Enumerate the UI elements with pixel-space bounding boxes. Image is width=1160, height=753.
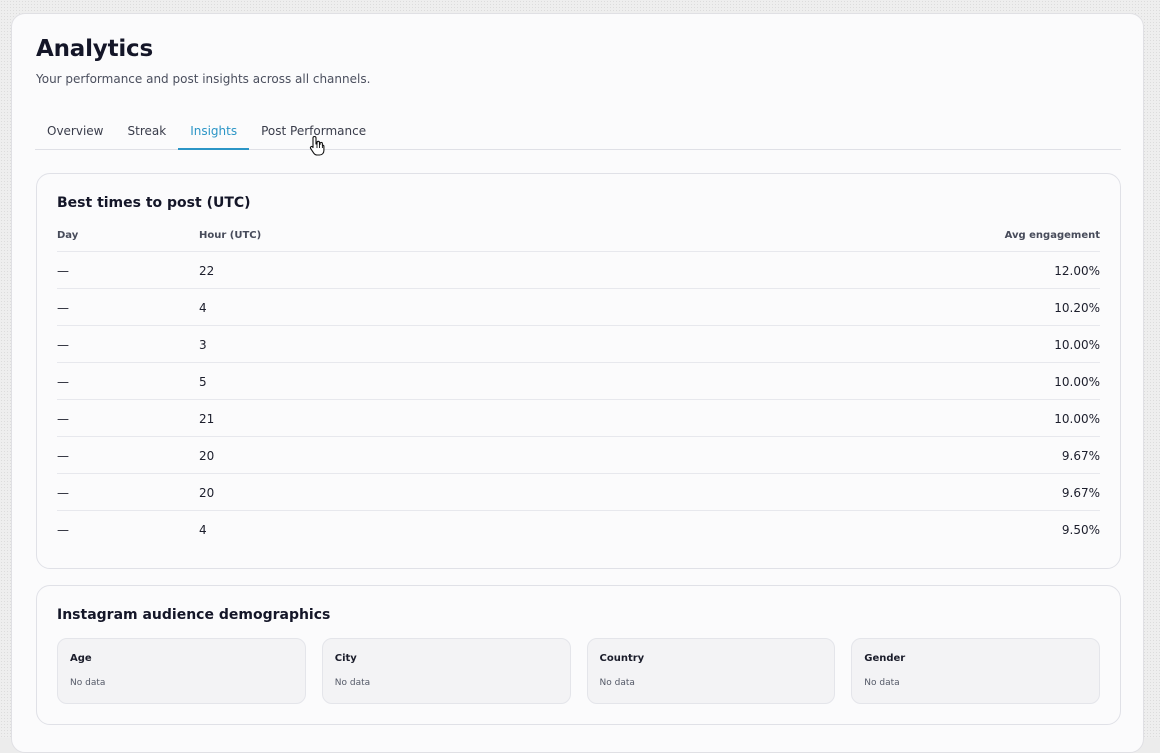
demographics-title: Instagram audience demographics <box>57 607 330 623</box>
cell-day: — <box>57 264 69 278</box>
demographic-box-gender: Gender No data <box>851 638 1100 704</box>
cell-day: — <box>57 301 69 315</box>
cell-hour: 21 <box>199 412 214 426</box>
demographic-value: No data <box>70 678 105 688</box>
table-row: — 21 10.00% <box>57 400 1100 437</box>
demographic-label: Country <box>600 653 645 664</box>
tab-overview[interactable]: Overview <box>35 118 116 150</box>
cell-hour: 4 <box>199 301 207 315</box>
table-row: — 3 10.00% <box>57 326 1100 363</box>
demographic-box-city: City No data <box>322 638 571 704</box>
demographic-label: Age <box>70 653 92 664</box>
table-row: — 22 12.00% <box>57 252 1100 289</box>
cell-day: — <box>57 412 69 426</box>
tab-bar: Overview Streak Insights Post Performanc… <box>35 118 1121 150</box>
page-subtitle: Your performance and post insights acros… <box>36 72 370 86</box>
table-row: — 5 10.00% <box>57 363 1100 400</box>
cell-engagement: 10.20% <box>1054 301 1100 315</box>
table-row: — 20 9.67% <box>57 474 1100 511</box>
demographics-card: Instagram audience demographics Age No d… <box>36 585 1121 725</box>
cell-engagement: 10.00% <box>1054 338 1100 352</box>
page-title: Analytics <box>36 36 153 62</box>
cell-engagement: 9.50% <box>1062 523 1100 537</box>
cell-day: — <box>57 375 69 389</box>
column-header-engagement: Avg engagement <box>1005 230 1100 241</box>
cell-day: — <box>57 523 69 537</box>
table-row: — 20 9.67% <box>57 437 1100 474</box>
demographic-box-country: Country No data <box>587 638 836 704</box>
cell-day: — <box>57 486 69 500</box>
demographic-label: Gender <box>864 653 905 664</box>
cell-hour: 4 <box>199 523 207 537</box>
demographics-grid: Age No data City No data Country No data… <box>57 638 1100 704</box>
demographic-value: No data <box>864 678 899 688</box>
column-header-hour: Hour (UTC) <box>199 230 261 241</box>
demographic-value: No data <box>600 678 635 688</box>
table-row: — 4 10.20% <box>57 289 1100 326</box>
cell-hour: 3 <box>199 338 207 352</box>
cell-hour: 5 <box>199 375 207 389</box>
table-row: — 4 9.50% <box>57 511 1100 548</box>
cell-hour: 20 <box>199 486 214 500</box>
demographic-value: No data <box>335 678 370 688</box>
demographic-label: City <box>335 653 357 664</box>
tab-insights[interactable]: Insights <box>178 118 249 150</box>
cell-engagement: 9.67% <box>1062 449 1100 463</box>
table-header: Day Hour (UTC) Avg engagement <box>57 230 1100 252</box>
cell-day: — <box>57 338 69 352</box>
table-body: — 22 12.00% — 4 10.20% — 3 10.00% — 5 10… <box>57 252 1100 548</box>
demographic-box-age: Age No data <box>57 638 306 704</box>
cell-engagement: 12.00% <box>1054 264 1100 278</box>
tab-streak[interactable]: Streak <box>116 118 179 150</box>
cell-hour: 20 <box>199 449 214 463</box>
cell-engagement: 9.67% <box>1062 486 1100 500</box>
column-header-day: Day <box>57 230 78 241</box>
hand-pointer-icon <box>309 135 325 157</box>
cell-hour: 22 <box>199 264 214 278</box>
cell-engagement: 10.00% <box>1054 412 1100 426</box>
cell-engagement: 10.00% <box>1054 375 1100 389</box>
best-times-title: Best times to post (UTC) <box>57 195 251 211</box>
cell-day: — <box>57 449 69 463</box>
analytics-panel: Analytics Your performance and post insi… <box>11 13 1144 753</box>
best-times-card: Best times to post (UTC) Day Hour (UTC) … <box>36 173 1121 569</box>
